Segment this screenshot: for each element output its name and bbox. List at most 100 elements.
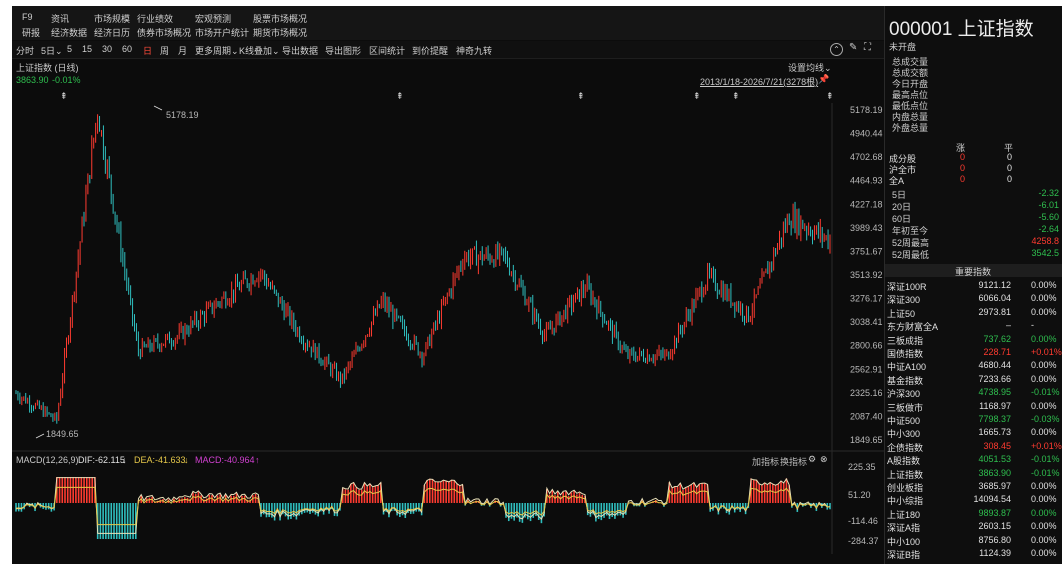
index-change: 0.00% <box>1031 306 1057 317</box>
index-name: 上证指数 <box>887 469 924 480</box>
index-change: 0.00% <box>1031 507 1057 518</box>
breadth-flat: 0 <box>1007 152 1013 162</box>
y-axis-tick: 2562.91 <box>850 364 883 374</box>
index-row[interactable]: 上证180 9893.87 0.00% <box>885 507 1062 520</box>
index-name: 深证100R <box>887 282 927 292</box>
index-value: 308.45 <box>983 440 1011 451</box>
macd-axis-tick: -114.46 <box>848 516 878 526</box>
index-name: 中小300 <box>887 429 921 440</box>
index-row[interactable]: 深证B指 1124.39 0.00% <box>885 547 1062 560</box>
macd-axis-tick: -284.37 <box>848 536 879 546</box>
breadth-up: 0 <box>960 152 966 162</box>
index-value: 9121.12 <box>978 280 1011 290</box>
index-name: 沪深300 <box>887 389 921 400</box>
index-value: – <box>1005 320 1011 331</box>
index-value: 9893.87 <box>978 507 1011 518</box>
macd-title: MACD(12,26,9) <box>16 455 79 465</box>
index-name: 创业板指 <box>887 483 924 493</box>
index-value: 3685.97 <box>978 481 1011 491</box>
index-change: 0.00% <box>1031 280 1057 290</box>
switch-indicator-button[interactable]: 换指标 <box>780 455 807 468</box>
index-change: 0.00% <box>1031 481 1057 491</box>
index-name: 深证300 <box>887 295 921 306</box>
y-axis-tick: 3513.92 <box>850 270 883 280</box>
index-row[interactable]: 三板做市 1168.97 0.00% <box>885 400 1062 413</box>
index-row[interactable]: 深证A指 2603.15 0.00% <box>885 520 1062 533</box>
macd-dea: DEA:-41.633 <box>134 455 186 465</box>
index-change: 0.00% <box>1031 293 1057 304</box>
index-row[interactable]: 沪深300 4738.95 -0.01% <box>885 386 1062 399</box>
index-name: 中证A100 <box>887 362 927 373</box>
index-row[interactable]: 上证50 2973.81 0.00% <box>885 306 1062 319</box>
index-row[interactable]: 东方财富全A – - <box>885 319 1062 332</box>
breadth-label: 全A <box>889 176 905 186</box>
quote-field-label: 外盘总量 <box>892 123 929 133</box>
perf-value: -2.64 <box>1038 224 1059 234</box>
dif-arrow-icon: ↓ <box>122 455 127 465</box>
add-indicator-button[interactable]: 加指标 <box>752 455 779 468</box>
y-axis-tick: 4702.68 <box>850 152 883 162</box>
index-row[interactable]: 中小300 1665.73 0.00% <box>885 426 1062 439</box>
index-change: 0.00% <box>1031 373 1057 384</box>
breadth-up: 0 <box>960 163 966 173</box>
index-change: - <box>1031 320 1034 331</box>
perf-value: -5.60 <box>1038 212 1059 222</box>
index-value: 2973.81 <box>978 306 1011 317</box>
index-value: 737.62 <box>983 333 1011 344</box>
dea-line <box>15 486 831 526</box>
perf-value: -6.01 <box>1038 200 1059 210</box>
index-change: 0.00% <box>1031 333 1057 344</box>
index-name: A股指数 <box>887 456 921 467</box>
index-row[interactable]: 深证100R 9121.12 0.00% <box>885 279 1062 292</box>
index-row[interactable]: 中小100 8756.80 0.00% <box>885 534 1062 547</box>
index-name: 三板做市 <box>887 402 924 413</box>
y-axis-tick: 4464.93 <box>850 176 883 186</box>
high-marker-label: 5178.19 <box>166 110 199 120</box>
perf-value: 3542.5 <box>1031 248 1059 258</box>
y-axis-tick: 3751.67 <box>850 246 883 256</box>
index-value: 4680.44 <box>978 360 1011 371</box>
kline-chart[interactable]: 5178.19 4940.44 4702.68 4464.93 4227.18 3989.… <box>12 6 884 564</box>
index-name: 中小100 <box>887 536 921 547</box>
y-axis-tick: 4940.44 <box>850 129 883 139</box>
index-change: 0.00% <box>1031 400 1057 411</box>
index-row[interactable]: 三板成指 737.62 0.00% <box>885 333 1062 346</box>
index-change: +0.01% <box>1031 347 1062 357</box>
index-row[interactable]: 深证300 6066.04 0.00% <box>885 292 1062 305</box>
index-name: 中小综指 <box>887 496 924 507</box>
index-value: 228.71 <box>983 347 1011 357</box>
index-change: -0.01% <box>1031 454 1060 465</box>
index-change: 0.00% <box>1031 494 1057 505</box>
index-row[interactable]: 中小综指 14094.54 0.00% <box>885 493 1062 506</box>
index-name: 基金指数 <box>887 375 924 386</box>
index-change: -0.01% <box>1031 467 1060 478</box>
index-name: 深证B指 <box>887 550 921 560</box>
index-change: +0.01% <box>1031 440 1062 451</box>
y-axis-tick: 5178.19 <box>850 105 883 115</box>
index-row[interactable]: 创业板指 3685.97 0.00% <box>885 480 1062 493</box>
index-row[interactable]: 中证500 7798.37 -0.03% <box>885 413 1062 426</box>
index-value: 3863.90 <box>978 467 1011 478</box>
index-value: 4738.95 <box>978 387 1011 398</box>
index-change: 0.00% <box>1031 427 1057 438</box>
y-axis-tick: 2325.16 <box>850 388 883 398</box>
index-header: 重要指数 <box>955 267 992 277</box>
macd-axis-tick: 51.20 <box>848 490 871 500</box>
y-axis-tick: 2087.40 <box>850 411 883 421</box>
index-row[interactable]: 中证A100 4680.44 0.00% <box>885 359 1062 372</box>
y-axis-tick: 1849.65 <box>850 435 883 445</box>
index-change: -0.01% <box>1031 387 1060 398</box>
index-row[interactable]: A股指数 4051.53 -0.01% <box>885 453 1062 466</box>
y-axis-tick: 4227.18 <box>850 199 883 209</box>
macd-value: MACD:-40.964 <box>195 455 255 465</box>
close-icon[interactable]: ⊗ <box>820 454 828 465</box>
gear-icon[interactable]: ⚙ <box>808 454 816 465</box>
index-row[interactable]: 上证指数 3863.90 -0.01% <box>885 467 1062 480</box>
index-value: 2603.15 <box>978 521 1011 532</box>
y-axis-tick: 3276.17 <box>850 294 883 304</box>
quote-panel: 000001 上证指数 未开盘 总成交量 总成交额 今日开盘 最高点位 最低点位 内盘总量… <box>884 6 1062 564</box>
index-row[interactable]: 企债指数 308.45 +0.01% <box>885 440 1062 453</box>
index-row[interactable]: 基金指数 7233.66 0.00% <box>885 373 1062 386</box>
breadth-flat: 0 <box>1007 163 1013 173</box>
index-row[interactable]: 国债指数 228.71 +0.01% <box>885 346 1062 359</box>
